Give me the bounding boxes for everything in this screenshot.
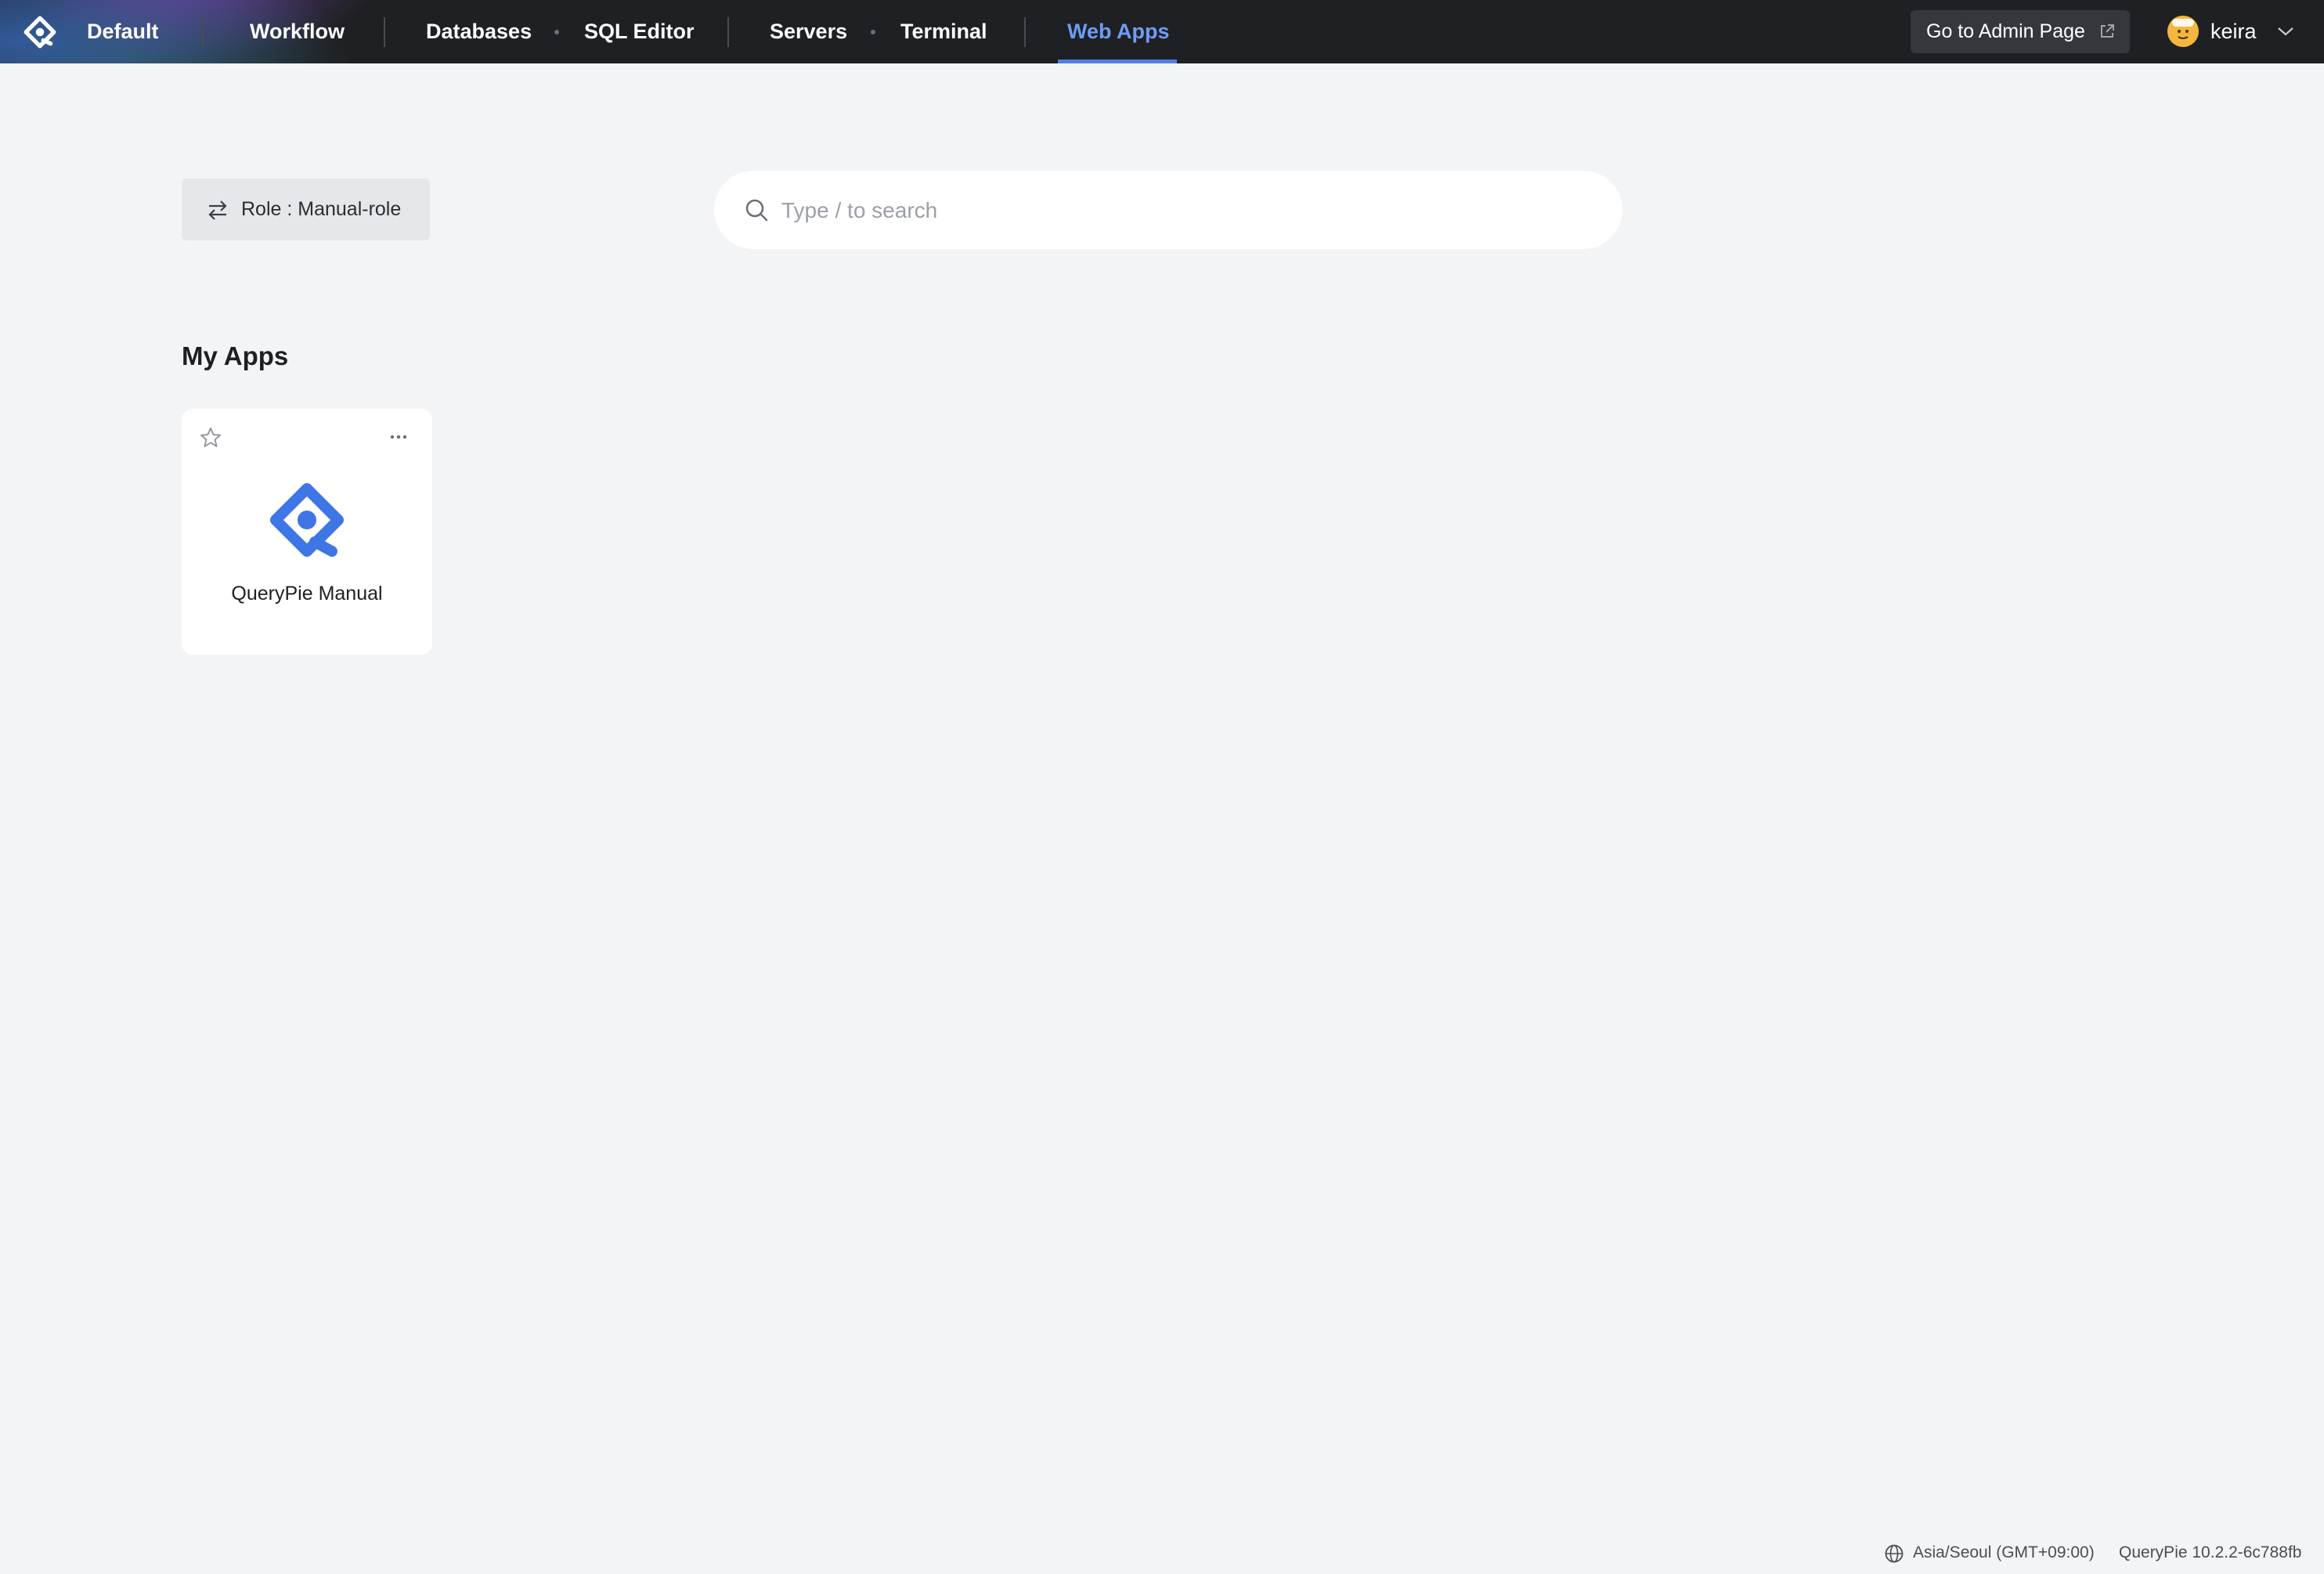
swap-arrows-icon bbox=[208, 200, 227, 220]
nav-item-terminal[interactable]: Terminal bbox=[900, 0, 987, 63]
search-bar[interactable] bbox=[714, 171, 1622, 249]
star-icon[interactable] bbox=[199, 426, 222, 449]
timezone-label[interactable]: Asia/Seoul (GMT+09:00) bbox=[1913, 1540, 2095, 1565]
querypie-app-logo-icon bbox=[270, 483, 344, 557]
active-tab-indicator bbox=[1058, 60, 1177, 63]
chevron-down-icon[interactable] bbox=[2275, 23, 2296, 39]
user-avatar-face-icon bbox=[2167, 16, 2199, 47]
top-navigation-bar: Default Workflow Databases SQL Editor Se… bbox=[0, 0, 2324, 63]
nav-item-workflow[interactable]: Workflow bbox=[250, 0, 345, 63]
user-name[interactable]: keira bbox=[2210, 0, 2257, 63]
external-link-icon bbox=[2101, 24, 2114, 38]
globe-icon bbox=[1885, 1544, 1904, 1563]
nav-item-servers[interactable]: Servers bbox=[770, 0, 847, 63]
role-switch-button[interactable]: Role : Manual-role bbox=[182, 179, 430, 240]
nav-divider bbox=[202, 17, 204, 47]
admin-button-label: Go to Admin Page bbox=[1926, 20, 2085, 42]
querypie-logo-icon[interactable] bbox=[23, 16, 56, 49]
version-label: QueryPie 10.2.2-6c788fb bbox=[2119, 1543, 2302, 1561]
nav-dot-separator bbox=[871, 30, 875, 34]
nav-divider bbox=[1024, 17, 1026, 47]
search-icon bbox=[745, 199, 768, 222]
workspace-name[interactable]: Default bbox=[87, 0, 159, 63]
role-label: Role : Manual-role bbox=[241, 198, 402, 220]
nav-divider bbox=[384, 17, 385, 47]
nav-dot-separator bbox=[554, 30, 559, 34]
more-options-icon[interactable] bbox=[388, 429, 409, 445]
nav-item-databases[interactable]: Databases bbox=[426, 0, 532, 63]
nav-divider bbox=[727, 17, 729, 47]
app-card[interactable]: QueryPie Manual bbox=[182, 409, 432, 655]
nav-item-web-apps[interactable]: Web Apps bbox=[1067, 0, 1170, 63]
go-to-admin-page-button[interactable]: Go to Admin Page bbox=[1911, 10, 2130, 53]
nav-item-sql-editor[interactable]: SQL Editor bbox=[584, 0, 695, 63]
my-apps-title: My Apps bbox=[182, 341, 289, 370]
app-name: QueryPie Manual bbox=[231, 583, 383, 605]
avatar[interactable] bbox=[2167, 16, 2199, 47]
search-input[interactable] bbox=[780, 188, 1582, 233]
